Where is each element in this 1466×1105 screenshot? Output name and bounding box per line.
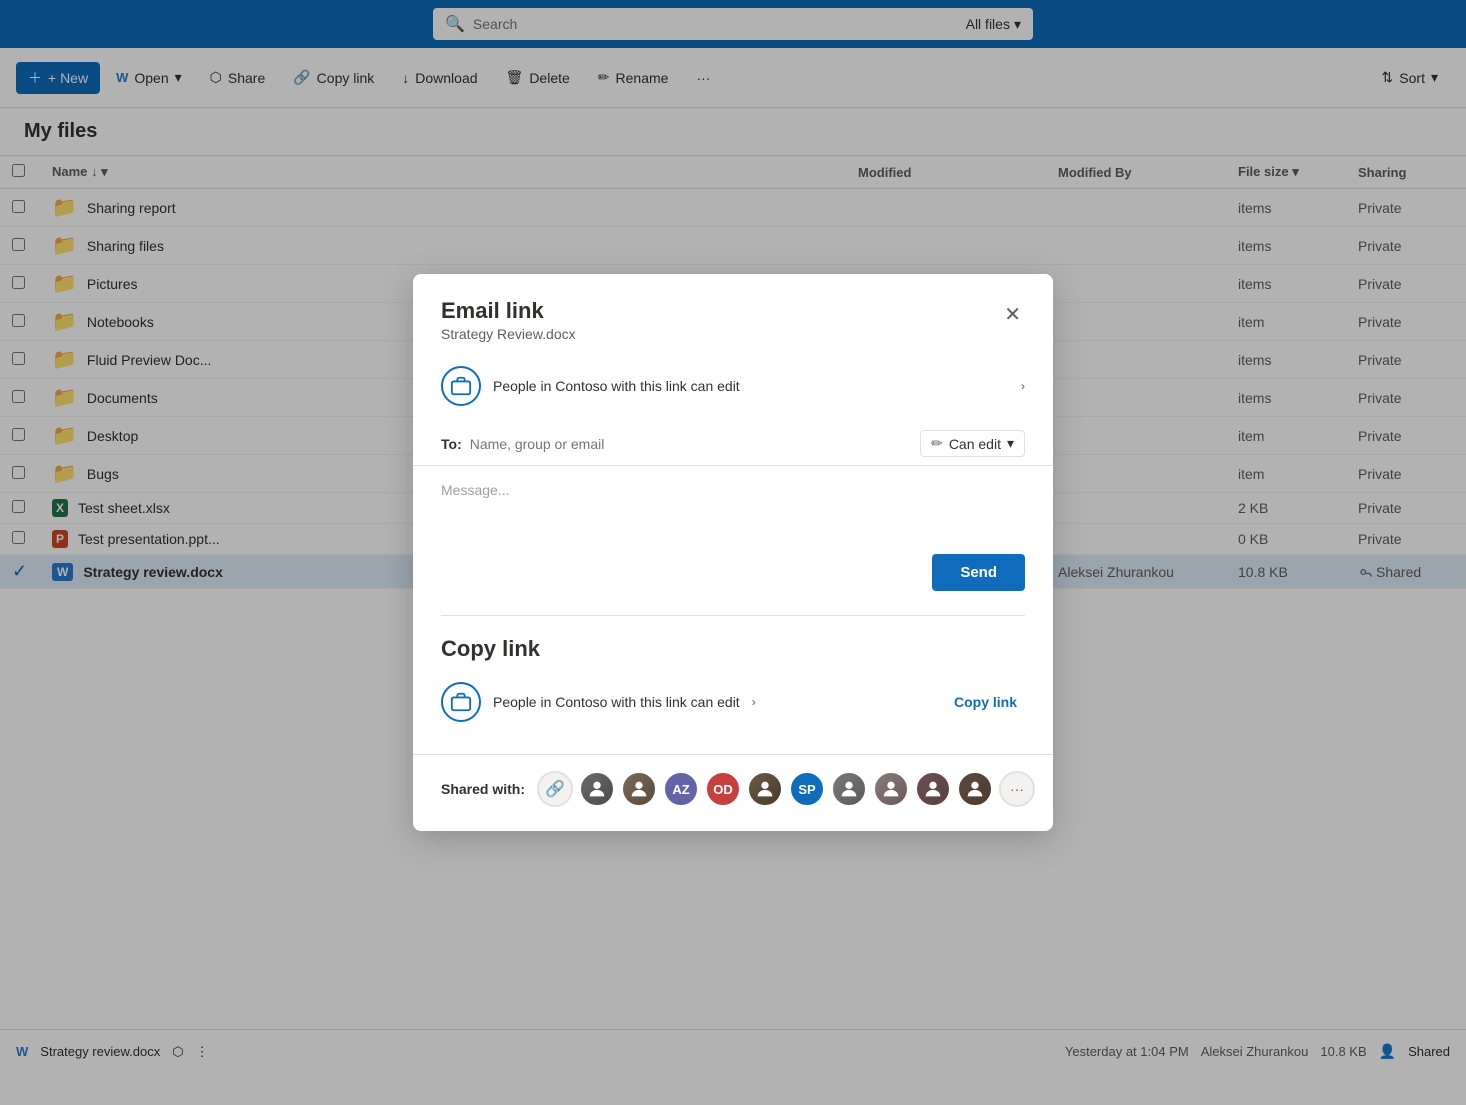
avatar-4: [831, 771, 867, 807]
modal-title: Email link: [441, 298, 576, 324]
link-share-avatar: 🔗: [537, 771, 573, 807]
avatar-sp: SP: [789, 771, 825, 807]
avatar-od: OD: [705, 771, 741, 807]
to-label: To:: [441, 436, 462, 452]
copy-link-settings[interactable]: People in Contoso with this link can edi…: [441, 682, 756, 722]
modal-overlay[interactable]: Email link Strategy Review.docx ✕ People…: [0, 0, 1466, 1105]
message-placeholder: Message...: [441, 482, 509, 498]
copy-link-chevron-icon: ›: [752, 695, 756, 709]
avatar-3: [747, 771, 783, 807]
can-edit-chevron-icon: ▾: [1007, 435, 1014, 452]
email-link-settings-row[interactable]: People in Contoso with this link can edi…: [413, 350, 1053, 422]
copy-link-section: Copy link People in Contoso with this li…: [413, 616, 1053, 746]
link-settings-icon: [441, 366, 481, 406]
copy-link-settings-icon: [441, 682, 481, 722]
pencil-icon: ✏: [931, 435, 943, 452]
shared-with-section: Shared with: 🔗 AZ OD SP: [413, 754, 1053, 831]
copy-link-title: Copy link: [441, 636, 1025, 662]
to-input[interactable]: [470, 436, 912, 452]
avatar-1: [579, 771, 615, 807]
avatar-row: 🔗 AZ OD SP: [537, 771, 1035, 807]
avatar-5: [873, 771, 909, 807]
avatar-more-button[interactable]: ···: [999, 771, 1035, 807]
share-modal: Email link Strategy Review.docx ✕ People…: [413, 274, 1053, 831]
link-settings-chevron-icon: ›: [1021, 379, 1025, 393]
avatar-az: AZ: [663, 771, 699, 807]
shared-with-label: Shared with:: [441, 781, 525, 797]
avatar-2: [621, 771, 657, 807]
to-field-row: To: ✏ Can edit ▾: [413, 422, 1053, 466]
copy-link-button[interactable]: Copy link: [946, 690, 1025, 714]
copy-link-row: People in Contoso with this link can edi…: [441, 674, 1025, 730]
can-edit-button[interactable]: ✏ Can edit ▾: [920, 430, 1025, 457]
can-edit-label: Can edit: [949, 436, 1001, 452]
modal-subtitle: Strategy Review.docx: [441, 326, 576, 342]
modal-close-button[interactable]: ✕: [1000, 298, 1025, 331]
send-row: Send: [413, 546, 1053, 615]
avatar-7: [957, 771, 993, 807]
email-link-settings-text: People in Contoso with this link can edi…: [493, 378, 1009, 394]
copy-link-settings-text: People in Contoso with this link can edi…: [493, 694, 740, 710]
modal-header: Email link Strategy Review.docx ✕: [413, 274, 1053, 350]
avatar-6: [915, 771, 951, 807]
message-area[interactable]: Message...: [413, 466, 1053, 546]
send-button[interactable]: Send: [932, 554, 1025, 591]
modal-title-group: Email link Strategy Review.docx: [441, 298, 576, 342]
